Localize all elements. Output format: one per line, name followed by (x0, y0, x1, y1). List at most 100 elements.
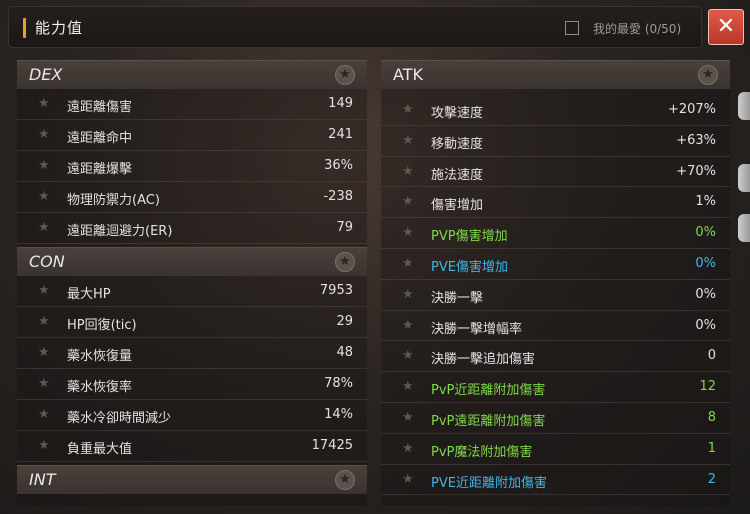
star-icon[interactable]: ★ (38, 314, 50, 329)
stat-row: ★ 決勝一擊 0% (381, 280, 730, 311)
stat-label: 決勝一擊 (431, 290, 484, 306)
favorites-checkbox[interactable] (565, 21, 579, 35)
close-icon: ✕ (716, 14, 736, 39)
stat-value: 0% (695, 225, 716, 241)
stat-value: -238 (323, 189, 353, 204)
stat-row: ★ HP回復(tic) 29 (17, 307, 367, 338)
stat-row: ★ PvP近距離附加傷害 12 (381, 372, 730, 403)
stat-label: 藥水冷卻時間減少 (67, 411, 172, 426)
title-accent-bar (23, 18, 26, 38)
star-icon[interactable]: ★ (38, 438, 50, 453)
stat-value: 29 (336, 314, 353, 329)
stat-value: 12 (699, 379, 716, 395)
stat-value: +70% (676, 163, 716, 179)
stat-row: ★ 藥水冷卻時間減少 14% (17, 400, 367, 431)
section-favorite-star-icon[interactable]: ★ (335, 65, 355, 85)
side-tab-3[interactable] (738, 214, 750, 242)
stat-value: +207% (667, 102, 716, 117)
right-stats-panel[interactable]: ATK ★ ★ 攻擊速度 +207% ★ 移動速度 +63% ★ 施法速度 +70% ★ 傷害增加 1% ★… (381, 60, 730, 506)
star-icon[interactable]: ★ (402, 287, 414, 302)
section-header-int[interactable]: INT ★ (17, 465, 367, 494)
stat-row: ★ PVE近距離附加傷害 2 (381, 465, 730, 496)
star-icon[interactable]: ★ (38, 127, 50, 142)
stat-label: PvP魔法附加傷害 (431, 444, 533, 460)
side-tab-1[interactable] (738, 92, 750, 120)
star-icon[interactable]: ★ (402, 102, 414, 117)
star-icon[interactable]: ★ (38, 407, 50, 422)
stat-value: 8 (707, 410, 716, 425)
stat-value: 0% (695, 317, 716, 333)
stat-label: 遠距離命中 (67, 131, 133, 146)
section-title: DEX (29, 65, 63, 84)
close-button[interactable]: ✕ (708, 9, 744, 45)
section-favorite-star-icon[interactable]: ★ (698, 65, 718, 85)
side-tab-2[interactable] (738, 164, 750, 192)
stat-label: PvP遠距離附加傷害 (431, 414, 546, 429)
star-icon[interactable]: ★ (402, 348, 414, 363)
stat-row: ★ 遠距離迴避力(ER) 79 (17, 213, 367, 244)
stat-label: 攻擊速度 (431, 106, 484, 121)
stat-value: +63% (676, 132, 716, 148)
stat-value: 0 (707, 348, 716, 364)
stat-label: 遠距離傷害 (67, 100, 133, 115)
stat-value: 1 (707, 440, 716, 456)
section-header-atk[interactable]: ATK ★ (381, 60, 730, 89)
favorites-label[interactable]: 我的最愛 (0/50) (593, 20, 681, 37)
stat-label: 移動速度 (431, 136, 484, 152)
section-header-dex[interactable]: DEX ★ (17, 60, 367, 89)
star-icon[interactable]: ★ (402, 225, 414, 240)
stat-label: PvP近距離附加傷害 (431, 383, 546, 399)
stat-row: ★ 移動速度 +63% (381, 126, 730, 157)
stat-label: 負重最大值 (67, 442, 133, 457)
stat-label: 藥水恢復率 (67, 380, 133, 395)
section-favorite-star-icon[interactable]: ★ (335, 470, 355, 490)
star-icon[interactable]: ★ (38, 376, 50, 391)
stat-label: 最大HP (67, 287, 111, 302)
stat-label: 決勝一擊增幅率 (431, 321, 523, 337)
star-icon[interactable]: ★ (38, 158, 50, 173)
star-icon[interactable]: ★ (38, 189, 50, 204)
star-icon[interactable]: ★ (402, 318, 414, 333)
stat-row: ★ 負重最大值 17425 (17, 431, 367, 462)
star-icon[interactable]: ★ (402, 256, 414, 271)
stat-row: ★ 遠距離命中 241 (17, 120, 367, 151)
section-title: INT (29, 470, 56, 489)
stat-label: PVP傷害增加 (431, 229, 508, 245)
stat-row: ★ 傷害增加 1% (381, 187, 730, 219)
star-icon[interactable]: ★ (402, 164, 414, 179)
star-icon[interactable]: ★ (402, 441, 414, 456)
stat-value: 0% (695, 286, 716, 302)
stat-value: 48 (336, 345, 353, 360)
star-icon[interactable]: ★ (402, 472, 414, 487)
stat-label: PVE近距離附加傷害 (431, 475, 547, 491)
title-bar: 能力值 我的最愛 (0/50) (8, 6, 702, 48)
stat-row: ★ 藥水恢復率 78% (17, 369, 367, 400)
star-icon[interactable]: ★ (38, 96, 50, 111)
stat-label: 物理防禦力(AC) (67, 193, 160, 208)
star-icon[interactable]: ★ (38, 220, 50, 235)
stat-label: 藥水恢復量 (67, 349, 133, 364)
stat-label: HP回復(tic) (67, 318, 137, 333)
stat-value: 36% (324, 158, 353, 173)
star-icon[interactable]: ★ (38, 283, 50, 298)
stat-row: ★ 攻擊速度 +207% (381, 95, 730, 126)
stat-row: ★ 遠距離爆擊 36% (17, 151, 367, 182)
star-icon[interactable]: ★ (402, 379, 414, 394)
star-icon[interactable]: ★ (38, 345, 50, 360)
section-title: CON (29, 252, 65, 271)
stat-value: 1% (695, 194, 716, 210)
star-icon[interactable]: ★ (402, 194, 414, 209)
stat-value: 0% (695, 256, 716, 271)
stat-label: 傷害增加 (431, 198, 484, 214)
stat-value: 2 (707, 471, 716, 487)
stat-row: ★ PvP遠距離附加傷害 8 (381, 403, 730, 434)
window-title: 能力值 (35, 19, 84, 37)
left-stats-panel[interactable]: DEX ★ ★ 遠距離傷害 149 ★ 遠距離命中 241 ★ 遠距離爆擊 36% ★ 物理防禦力(AC… (17, 60, 367, 506)
section-header-con[interactable]: CON ★ (17, 247, 367, 276)
stat-row: ★ 遠距離傷害 149 (17, 89, 367, 120)
star-icon[interactable]: ★ (402, 410, 414, 425)
star-icon[interactable]: ★ (402, 133, 414, 148)
section-favorite-star-icon[interactable]: ★ (335, 252, 355, 272)
stat-value: 14% (324, 407, 353, 422)
stat-value: 17425 (311, 438, 353, 453)
